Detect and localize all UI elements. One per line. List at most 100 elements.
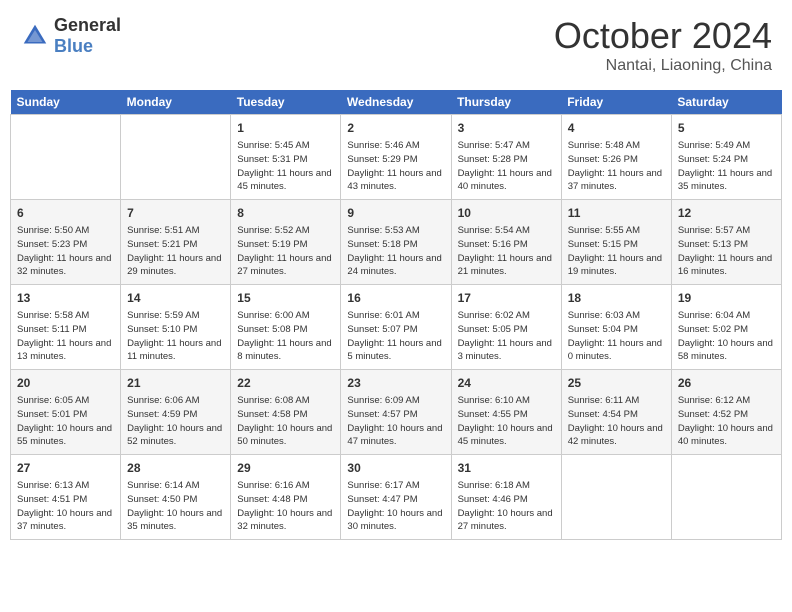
day-info: Sunrise: 6:14 AM Sunset: 4:50 PM Dayligh… — [127, 479, 224, 534]
day-number: 13 — [17, 289, 114, 307]
calendar-cell: 20 Sunrise: 6:05 AM Sunset: 5:01 PM Dayli… — [11, 370, 121, 455]
day-number: 24 — [458, 374, 555, 392]
calendar-cell: 19Sunrise: 6:04 AM Sunset: 5:02 PM Dayli… — [671, 285, 781, 370]
day-number: 17 — [458, 289, 555, 307]
day-number: 9 — [347, 204, 444, 222]
logo: General Blue — [20, 15, 121, 57]
weekday-header-tuesday: Tuesday — [231, 90, 341, 115]
calendar-cell: 7 Sunrise: 5:51 AM Sunset: 5:21 PM Daylig… — [121, 200, 231, 285]
day-number: 18 — [568, 289, 665, 307]
day-info: Sunrise: 5:45 AM Sunset: 5:31 PM Dayligh… — [237, 139, 334, 194]
calendar-week-5: 27 Sunrise: 6:13 AM Sunset: 4:51 PM Dayli… — [11, 455, 782, 540]
calendar-cell: 28 Sunrise: 6:14 AM Sunset: 4:50 PM Dayli… — [121, 455, 231, 540]
day-info: Sunrise: 5:48 AM Sunset: 5:26 PM Dayligh… — [568, 139, 665, 194]
day-number: 10 — [458, 204, 555, 222]
calendar-cell: 11 Sunrise: 5:55 AM Sunset: 5:15 PM Dayli… — [561, 200, 671, 285]
day-info: Sunrise: 5:59 AM Sunset: 5:10 PM Dayligh… — [127, 309, 224, 364]
day-number: 1 — [237, 119, 334, 137]
day-number: 14 — [127, 289, 224, 307]
day-info: Sunrise: 5:49 AM Sunset: 5:24 PM Dayligh… — [678, 139, 775, 194]
calendar-cell: 4 Sunrise: 5:48 AM Sunset: 5:26 PM Daylig… — [561, 115, 671, 200]
calendar-cell: 2 Sunrise: 5:46 AM Sunset: 5:29 PM Daylig… — [341, 115, 451, 200]
day-number: 21 — [127, 374, 224, 392]
weekday-header-row: SundayMondayTuesdayWednesdayThursdayFrid… — [11, 90, 782, 115]
calendar-cell — [11, 115, 121, 200]
day-number: 6 — [17, 204, 114, 222]
day-info: Sunrise: 6:03 AM Sunset: 5:04 PM Dayligh… — [568, 309, 665, 364]
day-number: 26 — [678, 374, 775, 392]
day-number: 8 — [237, 204, 334, 222]
calendar-week-4: 20 Sunrise: 6:05 AM Sunset: 5:01 PM Dayli… — [11, 370, 782, 455]
day-number: 28 — [127, 459, 224, 477]
calendar-cell: 18 Sunrise: 6:03 AM Sunset: 5:04 PM Dayli… — [561, 285, 671, 370]
day-info: Sunrise: 5:54 AM Sunset: 5:16 PM Dayligh… — [458, 224, 555, 279]
day-info: Sunrise: 6:09 AM Sunset: 4:57 PM Dayligh… — [347, 394, 444, 449]
calendar-week-2: 6 Sunrise: 5:50 AM Sunset: 5:23 PM Daylig… — [11, 200, 782, 285]
calendar-cell: 26Sunrise: 6:12 AM Sunset: 4:52 PM Dayli… — [671, 370, 781, 455]
calendar-cell: 17 Sunrise: 6:02 AM Sunset: 5:05 PM Dayli… — [451, 285, 561, 370]
calendar-cell — [671, 455, 781, 540]
calendar-cell: 15Sunrise: 6:00 AM Sunset: 5:08 PM Dayli… — [231, 285, 341, 370]
day-info: Sunrise: 6:18 AM Sunset: 4:46 PM Dayligh… — [458, 479, 555, 534]
day-number: 31 — [458, 459, 555, 477]
day-info: Sunrise: 5:55 AM Sunset: 5:15 PM Dayligh… — [568, 224, 665, 279]
calendar-cell: 13 Sunrise: 5:58 AM Sunset: 5:11 PM Dayli… — [11, 285, 121, 370]
calendar-cell: 29Sunrise: 6:16 AM Sunset: 4:48 PM Dayli… — [231, 455, 341, 540]
day-info: Sunrise: 6:06 AM Sunset: 4:59 PM Dayligh… — [127, 394, 224, 449]
calendar-cell: 21 Sunrise: 6:06 AM Sunset: 4:59 PM Dayli… — [121, 370, 231, 455]
month-title: October 2024 — [554, 15, 772, 57]
weekday-header-saturday: Saturday — [671, 90, 781, 115]
day-number: 19 — [678, 289, 775, 307]
day-info: Sunrise: 6:10 AM Sunset: 4:55 PM Dayligh… — [458, 394, 555, 449]
day-info: Sunrise: 5:50 AM Sunset: 5:23 PM Dayligh… — [17, 224, 114, 279]
day-info: Sunrise: 6:02 AM Sunset: 5:05 PM Dayligh… — [458, 309, 555, 364]
day-info: Sunrise: 5:51 AM Sunset: 5:21 PM Dayligh… — [127, 224, 224, 279]
day-info: Sunrise: 6:11 AM Sunset: 4:54 PM Dayligh… — [568, 394, 665, 449]
calendar-week-1: 1 Sunrise: 5:45 AM Sunset: 5:31 PM Daylig… — [11, 115, 782, 200]
day-number: 22 — [237, 374, 334, 392]
day-number: 12 — [678, 204, 775, 222]
day-info: Sunrise: 5:53 AM Sunset: 5:18 PM Dayligh… — [347, 224, 444, 279]
day-number: 11 — [568, 204, 665, 222]
logo-general-text: General — [54, 15, 121, 35]
day-info: Sunrise: 5:52 AM Sunset: 5:19 PM Dayligh… — [237, 224, 334, 279]
calendar-cell — [561, 455, 671, 540]
day-number: 23 — [347, 374, 444, 392]
day-number: 7 — [127, 204, 224, 222]
calendar-cell: 5 Sunrise: 5:49 AM Sunset: 5:24 PM Daylig… — [671, 115, 781, 200]
day-info: Sunrise: 5:57 AM Sunset: 5:13 PM Dayligh… — [678, 224, 775, 279]
day-number: 5 — [678, 119, 775, 137]
calendar-cell: 6 Sunrise: 5:50 AM Sunset: 5:23 PM Daylig… — [11, 200, 121, 285]
calendar-cell: 12 Sunrise: 5:57 AM Sunset: 5:13 PM Dayli… — [671, 200, 781, 285]
calendar-cell: 3Sunrise: 5:47 AM Sunset: 5:28 PM Daylig… — [451, 115, 561, 200]
weekday-header-sunday: Sunday — [11, 90, 121, 115]
day-number: 20 — [17, 374, 114, 392]
day-info: Sunrise: 6:08 AM Sunset: 4:58 PM Dayligh… — [237, 394, 334, 449]
day-number: 27 — [17, 459, 114, 477]
day-number: 29 — [237, 459, 334, 477]
day-info: Sunrise: 6:05 AM Sunset: 5:01 PM Dayligh… — [17, 394, 114, 449]
day-info: Sunrise: 6:00 AM Sunset: 5:08 PM Dayligh… — [237, 309, 334, 364]
day-info: Sunrise: 6:13 AM Sunset: 4:51 PM Dayligh… — [17, 479, 114, 534]
calendar-cell: 1 Sunrise: 5:45 AM Sunset: 5:31 PM Daylig… — [231, 115, 341, 200]
calendar-cell: 14 Sunrise: 5:59 AM Sunset: 5:10 PM Dayli… — [121, 285, 231, 370]
day-info: Sunrise: 6:01 AM Sunset: 5:07 PM Dayligh… — [347, 309, 444, 364]
calendar-cell: 25 Sunrise: 6:11 AM Sunset: 4:54 PM Dayli… — [561, 370, 671, 455]
day-number: 4 — [568, 119, 665, 137]
day-number: 30 — [347, 459, 444, 477]
calendar-cell: 9 Sunrise: 5:53 AM Sunset: 5:18 PM Daylig… — [341, 200, 451, 285]
calendar-cell: 22 Sunrise: 6:08 AM Sunset: 4:58 PM Dayli… — [231, 370, 341, 455]
calendar-cell: 31 Sunrise: 6:18 AM Sunset: 4:46 PM Dayli… — [451, 455, 561, 540]
weekday-header-friday: Friday — [561, 90, 671, 115]
day-info: Sunrise: 5:46 AM Sunset: 5:29 PM Dayligh… — [347, 139, 444, 194]
day-number: 25 — [568, 374, 665, 392]
calendar-table: SundayMondayTuesdayWednesdayThursdayFrid… — [10, 90, 782, 540]
day-info: Sunrise: 5:58 AM Sunset: 5:11 PM Dayligh… — [17, 309, 114, 364]
calendar-week-3: 13 Sunrise: 5:58 AM Sunset: 5:11 PM Dayli… — [11, 285, 782, 370]
calendar-cell: 16Sunrise: 6:01 AM Sunset: 5:07 PM Dayli… — [341, 285, 451, 370]
day-number: 2 — [347, 119, 444, 137]
calendar-cell: 24 Sunrise: 6:10 AM Sunset: 4:55 PM Dayli… — [451, 370, 561, 455]
title-block: October 2024 Nantai, Liaoning, China — [554, 15, 772, 75]
logo-icon — [20, 21, 50, 51]
calendar-cell — [121, 115, 231, 200]
